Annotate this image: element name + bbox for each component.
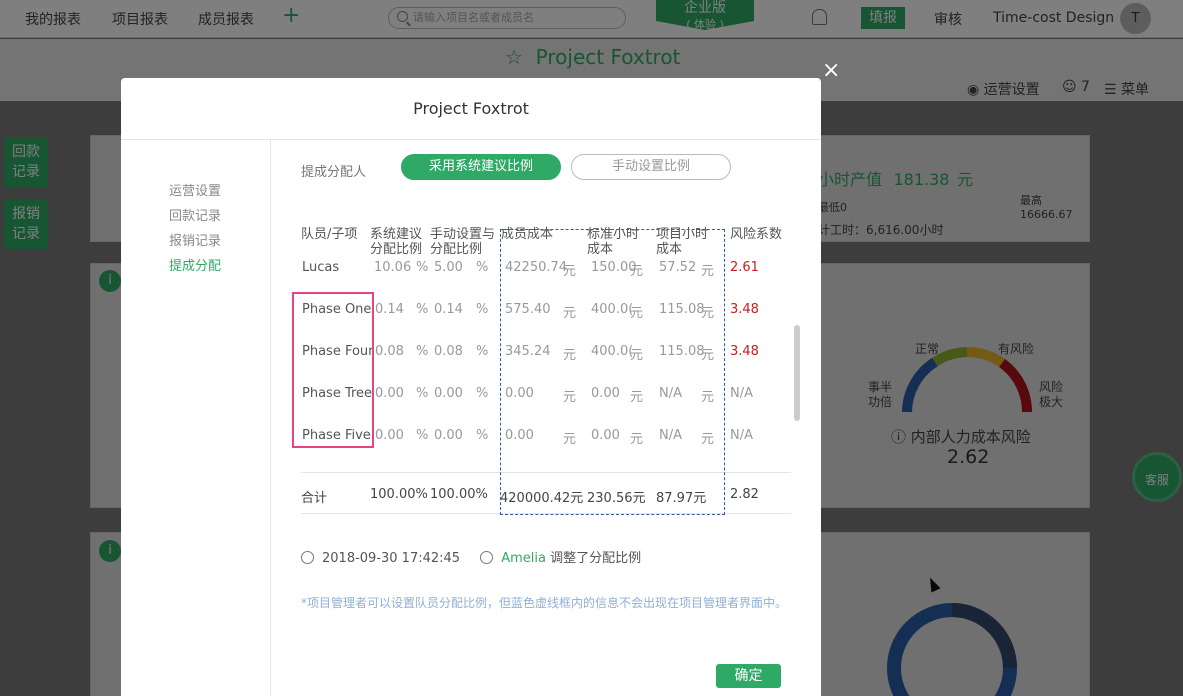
manual-ratio-toggle[interactable]: 手动设置比例	[571, 154, 731, 180]
dialog-nav-payment-records[interactable]: 回款记录	[169, 205, 221, 224]
system-ratio-toggle[interactable]: 采用系统建议比例	[401, 154, 561, 180]
log-user[interactable]: Amelia	[501, 551, 546, 566]
col-header-manual-ratio: 手动设置与 分配比例	[430, 227, 496, 257]
col-header-system-ratio: 系统建议 分配比例	[370, 227, 423, 257]
col-header-member: 队员/子项	[301, 227, 358, 242]
user-icon	[480, 551, 494, 564]
dialog-sidebar: 运营设置 回款记录 报销记录 提成分配	[121, 140, 271, 696]
confirm-button[interactable]: 确定	[716, 664, 781, 688]
commission-dialog: Project Foxtrot 运营设置 回款记录 报销记录 提成分配 提成分配…	[121, 78, 821, 696]
log-time: 2018-09-30 17:42:45	[322, 551, 461, 566]
col-header-risk: 风险系数	[730, 227, 783, 242]
log-action: 调整了分配比例	[550, 551, 642, 566]
dialog-nav-expense-records[interactable]: 报销记录	[169, 230, 221, 249]
dialog-title: Project Foxtrot	[121, 78, 821, 140]
hidden-info-dashed-box	[500, 229, 725, 515]
dialog-nav-commission[interactable]: 提成分配	[169, 255, 221, 274]
dialog-nav-ops-settings[interactable]: 运营设置	[169, 180, 221, 199]
clock-icon	[301, 551, 314, 564]
change-log: 2018-09-30 17:42:45 Amelia 调整了分配比例	[301, 547, 641, 566]
highlight-box	[292, 292, 374, 448]
close-icon[interactable]: ×	[822, 58, 840, 83]
footnote: *项目管理者可以设置队员分配比例，但蓝色虚线框内的信息不会出现在项目管理者界面中…	[301, 596, 788, 610]
table-scrollbar[interactable]	[794, 325, 800, 421]
allocator-label: 提成分配人	[301, 165, 367, 180]
